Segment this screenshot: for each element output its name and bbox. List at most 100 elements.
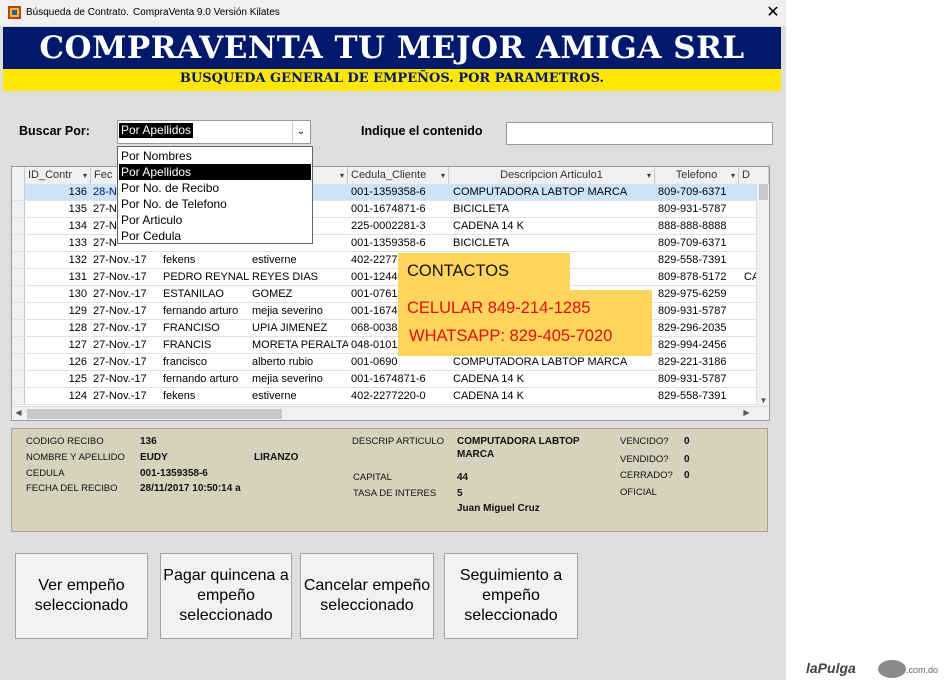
select-all-cell[interactable] — [12, 167, 25, 184]
cell-fecha[interactable]: 27-Nov.-17 — [93, 388, 163, 404]
dropdown-item[interactable]: Por Nombres — [119, 148, 311, 164]
table-row[interactable]: 125 27-Nov.-17 fernando arturo mejia severi… — [12, 371, 757, 388]
cell-nombre[interactable]: fernando arturo — [163, 303, 249, 319]
cell-apellido[interactable]: estiverne — [252, 388, 348, 404]
cell-fecha[interactable]: 27-Nov.-17 — [93, 269, 163, 285]
dropdown-item-selected[interactable]: Por Apellidos — [119, 164, 311, 180]
dropdown-item[interactable]: Por No. de Telefono — [119, 196, 311, 212]
cell-nombre[interactable]: FRANCIS — [163, 337, 249, 353]
ver-empeno-button[interactable]: Ver empeño seleccionado — [15, 553, 148, 639]
cell-telefono[interactable]: 829-221-3186 — [658, 354, 738, 370]
cell-telefono[interactable]: 829-558-7391 — [658, 388, 738, 404]
cell-telefono[interactable]: 829-296-2035 — [658, 320, 738, 336]
cell-fecha[interactable]: 27-Nov.-17 — [93, 320, 163, 336]
cell-id[interactable]: 127 — [25, 337, 89, 353]
table-row[interactable]: 13127-Nov.-17PEDRO REYNALDOREYES DIAS001… — [12, 269, 758, 286]
cell-apellido[interactable]: alberto rubio — [252, 354, 348, 370]
col-header-telefono[interactable]: Telefono ▾ — [655, 167, 739, 184]
row-selector[interactable] — [12, 354, 25, 370]
row-selector[interactable] — [12, 218, 25, 234]
cell-apellido[interactable]: UPIA JIMENEZ — [252, 320, 348, 336]
row-selector[interactable] — [12, 252, 25, 268]
cell-telefono[interactable]: 809-931-5787 — [658, 303, 738, 319]
row-selector[interactable] — [12, 303, 25, 319]
row-selector[interactable] — [12, 269, 25, 285]
row-selector[interactable] — [12, 201, 25, 217]
cell-nombre[interactable]: ESTANILAO — [163, 286, 249, 302]
dropdown-item[interactable]: Por No. de Recibo — [119, 180, 311, 196]
cell-id[interactable]: 124 — [25, 388, 89, 404]
table-row[interactable]: 124 27-Nov.-17 fekens estiverne 402-2277220-… — [12, 388, 757, 405]
cell-nombre[interactable]: fernando arturo — [163, 371, 249, 387]
cell-cedula[interactable]: 001-1359358-6 — [351, 235, 449, 251]
cell-articulo[interactable]: COMPUTADORA LABTOP MARCA — [453, 184, 653, 200]
table-row[interactable]: 126 27-Nov.-17 francisco alberto rubio 001-0… — [12, 354, 757, 371]
cell-articulo[interactable]: BICICLETA — [453, 201, 653, 217]
col-header-d[interactable]: D — [739, 167, 769, 184]
cell-cedula[interactable]: 402-2277220-0 — [351, 388, 449, 404]
cell-fecha[interactable]: 27-Nov.-17 — [93, 303, 163, 319]
title-bar[interactable]: Búsqueda de Contrato. CompraVenta 9.0 Ve… — [0, 0, 786, 27]
cancelar-empeno-button[interactable]: Cancelar empeño seleccionado — [300, 553, 434, 639]
cell-telefono[interactable]: 809-878-5172 — [658, 269, 738, 285]
cell-articulo[interactable]: BICICLETA — [453, 235, 653, 251]
row-selector[interactable] — [12, 388, 25, 404]
cell-telefono[interactable]: 829-558-7391 — [658, 252, 738, 268]
cell-id[interactable]: 125 — [25, 371, 89, 387]
row-selector[interactable] — [12, 320, 25, 336]
cell-apellido[interactable]: MORETA PERALTA — [252, 337, 348, 353]
cell-fecha[interactable]: 27-Nov.-17 — [93, 354, 163, 370]
scroll-left-icon[interactable]: ◀ — [12, 408, 25, 417]
cell-telefono[interactable]: 809-931-5787 — [658, 201, 738, 217]
cell-cedula[interactable]: 001-0690 — [351, 354, 449, 370]
buscar-por-dropdown[interactable]: Por Nombres Por Apellidos Por No. de Rec… — [117, 146, 313, 244]
cell-telefono[interactable]: 829-975-6259 — [658, 286, 738, 302]
cell-apellido[interactable]: mejia severino — [252, 371, 348, 387]
row-selector[interactable] — [12, 337, 25, 353]
row-selector[interactable] — [12, 286, 25, 302]
scroll-down-icon[interactable]: ▼ — [757, 396, 769, 405]
dropdown-item[interactable]: Por Articulo — [119, 212, 311, 228]
cell-nombre[interactable]: PEDRO REYNALDO — [163, 269, 249, 285]
contenido-input[interactable] — [506, 122, 773, 145]
cell-apellido[interactable]: REYES DIAS — [252, 269, 348, 285]
cell-id[interactable]: 134 — [25, 218, 89, 234]
cell-nombre[interactable]: FRANCISO — [163, 320, 249, 336]
cell-id[interactable]: 136 — [25, 184, 89, 200]
cell-apellido[interactable]: mejia severino — [252, 303, 348, 319]
col-header-id[interactable]: ID_Contr ▾ — [25, 167, 91, 184]
horizontal-scroll-thumb[interactable] — [27, 409, 282, 419]
cell-id[interactable]: 132 — [25, 252, 89, 268]
horizontal-scrollbar[interactable]: ◀ ▶ — [12, 406, 769, 420]
vertical-scrollbar[interactable]: ▼ — [756, 184, 769, 406]
row-selector[interactable] — [12, 235, 25, 251]
cell-telefono[interactable]: 829-994-2456 — [658, 337, 738, 353]
row-selector[interactable] — [12, 184, 25, 200]
cell-fecha[interactable]: 27-Nov.-17 — [93, 286, 163, 302]
cell-articulo[interactable]: COMPUTADORA LABTOP MARCA — [453, 354, 653, 370]
cell-id[interactable]: 130 — [25, 286, 89, 302]
pagar-quincena-button[interactable]: Pagar quincena a empeño seleccionado — [160, 553, 292, 639]
cell-telefono[interactable]: 809-709-6371 — [658, 184, 738, 200]
cell-telefono[interactable]: 888-888-8888 — [658, 218, 738, 234]
cell-id[interactable]: 129 — [25, 303, 89, 319]
cell-id[interactable]: 126 — [25, 354, 89, 370]
cell-fecha[interactable]: 27-Nov.-17 — [93, 337, 163, 353]
cell-id[interactable]: 128 — [25, 320, 89, 336]
buscar-por-select[interactable]: Por Apellidos ⌄ — [117, 120, 311, 144]
cell-nombre[interactable]: francisco — [163, 354, 249, 370]
cell-cedula[interactable]: 001-1674871-6 — [351, 371, 449, 387]
cell-articulo[interactable]: CADENA 14 K — [453, 371, 653, 387]
close-button[interactable]: ✕ — [762, 3, 784, 23]
col-header-cedula[interactable]: Cedula_Cliente ▾ — [348, 167, 449, 184]
vertical-scroll-thumb[interactable] — [759, 184, 768, 200]
table-row[interactable]: 132 27-Nov.-17 fekens estiverne 402-2277 829-… — [12, 252, 757, 269]
cell-telefono[interactable]: 809-931-5787 — [658, 371, 738, 387]
cell-cedula[interactable]: 001-1674871-6 — [351, 201, 449, 217]
cell-cedula[interactable]: 001-1359358-6 — [351, 184, 449, 200]
dropdown-item[interactable]: Por Cedula — [119, 228, 311, 244]
cell-id[interactable]: 135 — [25, 201, 89, 217]
cell-fecha[interactable]: 27-Nov.-17 — [93, 252, 163, 268]
cell-apellido[interactable]: estiverne — [252, 252, 348, 268]
cell-fecha[interactable]: 27-Nov.-17 — [93, 371, 163, 387]
